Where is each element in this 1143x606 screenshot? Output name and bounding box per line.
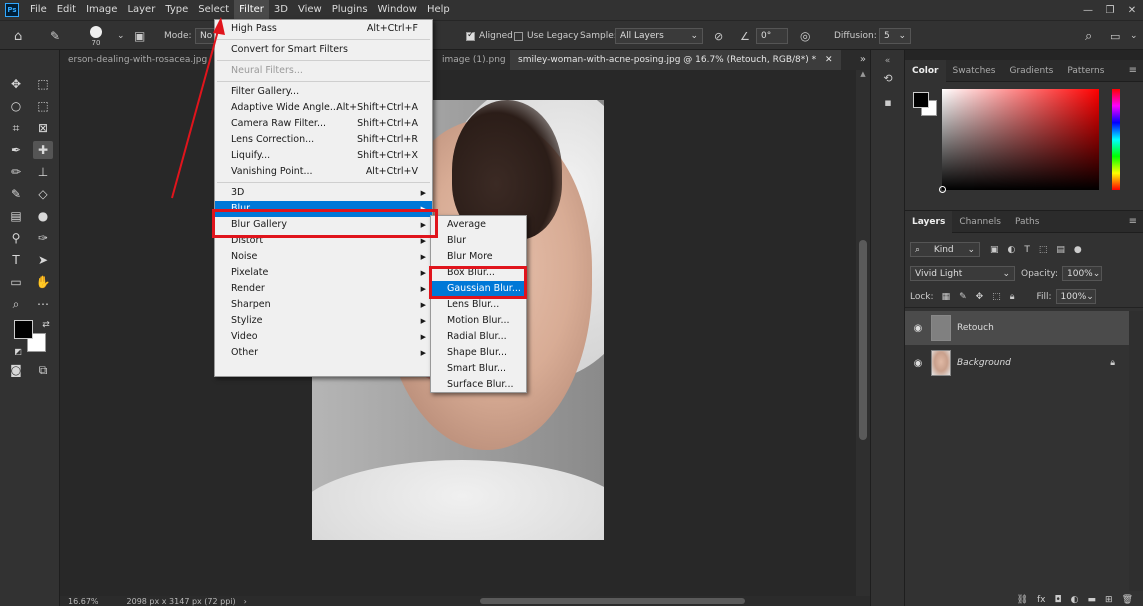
annotation-arrow <box>171 17 225 199</box>
annotation-arrow-head <box>213 17 225 35</box>
foreground-color-swatch[interactable] <box>14 320 33 339</box>
annotation-arrow-line <box>171 26 220 199</box>
